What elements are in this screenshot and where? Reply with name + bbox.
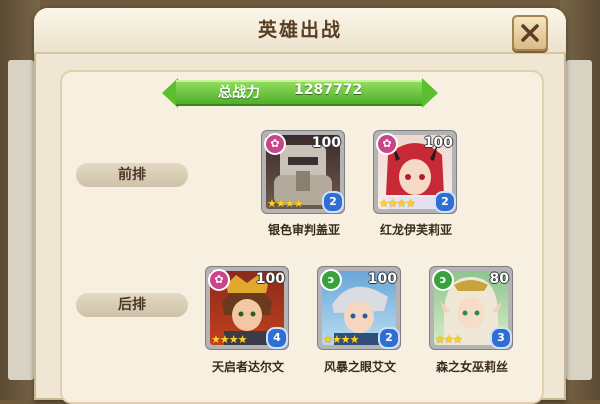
- hero-card-4[interactable]: ↄ 100 ★★★★ 2: [317, 266, 403, 352]
- hero-card-1[interactable]: ✿ 100 ★★★★ 2: [261, 130, 347, 216]
- background-paper-left: [8, 60, 34, 380]
- hero-level: 100: [311, 135, 341, 151]
- rank-badge: 2: [378, 327, 400, 349]
- hero-card-5[interactable]: ↄ 80 ★★★ 3: [429, 266, 515, 352]
- hero-level: 100: [255, 271, 285, 287]
- hero-name-3: 天启者达尔文: [211, 360, 284, 374]
- total-power-banner: 总战力 1287772: [162, 78, 438, 108]
- hero-name-2: 红龙伊芙莉亚: [379, 223, 452, 237]
- hero-name-1: 银色审判盖亚: [267, 223, 340, 237]
- star-rating: ★★★★: [379, 197, 415, 210]
- close-button[interactable]: [512, 15, 548, 51]
- hero-level: 100: [423, 135, 453, 151]
- rank-badge: 4: [266, 327, 288, 349]
- back-row-label: 后排: [76, 293, 188, 317]
- hero-card-3[interactable]: ✿ 100 ★★★★ 4: [205, 266, 291, 352]
- lotus-icon: ✿: [376, 133, 398, 155]
- hero-name-4: 风暴之眼艾文: [323, 360, 396, 374]
- close-icon: [521, 24, 539, 42]
- banner-arrow-right-icon: [422, 78, 438, 108]
- front-row-label: 前排: [76, 163, 188, 187]
- total-power-label: 总战力: [218, 85, 260, 101]
- hero-deploy-panel: 英雄出战 总战力 1287772 前排 后排 ✿ 100 ★★★★ 2 银色审判…: [34, 8, 566, 404]
- panel-title: 英雄出战: [257, 19, 342, 41]
- background-paper-right: [566, 60, 592, 380]
- hero-level: 80: [489, 271, 509, 287]
- total-power-value: 1287772: [294, 82, 363, 98]
- wind-icon: ↄ: [432, 269, 454, 291]
- star-rating: ★★★★: [323, 333, 359, 346]
- star-rating: ★★★: [435, 333, 463, 346]
- rank-badge: 2: [322, 191, 344, 213]
- lotus-icon: ✿: [208, 269, 230, 291]
- lotus-icon: ✿: [264, 133, 286, 155]
- hero-name-5: 森之女巫莉丝: [435, 360, 508, 374]
- star-rating: ★★★★: [211, 333, 247, 346]
- wind-icon: ↄ: [320, 269, 342, 291]
- star-rating: ★★★★: [267, 197, 303, 210]
- hero-card-2[interactable]: ✿ 100 ★★★★ 2: [373, 130, 459, 216]
- hero-level: 100: [367, 271, 397, 287]
- rank-badge: 3: [490, 327, 512, 349]
- rank-badge: 2: [434, 191, 456, 213]
